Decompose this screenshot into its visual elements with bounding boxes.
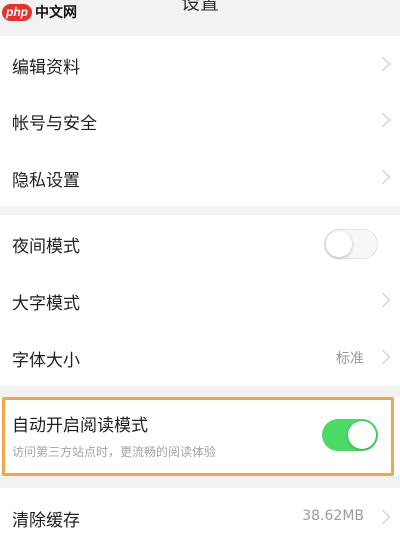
account-settings-group: 编辑资料 帐号与安全 隐私设置 [0, 36, 400, 206]
account-security-row[interactable]: 帐号与安全 [0, 92, 400, 149]
watermark-text: 中文网 [35, 5, 77, 21]
clear-cache-label: 清除缓存 [12, 511, 80, 531]
chevron-right-icon [375, 56, 391, 72]
chevron-right-icon [375, 349, 391, 365]
chevron-right-icon [375, 509, 391, 525]
chevron-right-icon [375, 169, 391, 185]
night-mode-label: 夜间模式 [12, 237, 80, 257]
night-mode-row: 夜间模式 [0, 215, 400, 272]
cache-size-value: 38.62MB [302, 508, 364, 524]
edit-profile-label: 编辑资料 [12, 58, 80, 78]
large-font-row[interactable]: 大字模式 [0, 272, 400, 329]
cache-group: 清除缓存 38.62MB [0, 488, 400, 549]
privacy-settings-row[interactable]: 隐私设置 [0, 149, 400, 206]
highlight-box [2, 397, 394, 476]
edit-profile-row[interactable]: 编辑资料 [0, 36, 400, 92]
watermark-badge: php [2, 3, 32, 21]
night-mode-toggle[interactable] [324, 229, 378, 259]
clear-cache-row[interactable]: 清除缓存 38.62MB [0, 488, 400, 549]
privacy-settings-label: 隐私设置 [12, 171, 80, 191]
toggle-knob [326, 231, 352, 257]
watermark-logo: php 中文网 [2, 2, 77, 22]
font-size-row[interactable]: 字体大小 标准 [0, 329, 400, 386]
account-security-label: 帐号与安全 [12, 114, 97, 134]
font-size-label: 字体大小 [12, 351, 80, 371]
font-size-value: 标准 [336, 351, 364, 367]
large-font-label: 大字模式 [12, 294, 80, 314]
chevron-right-icon [375, 112, 391, 128]
display-settings-group: 夜间模式 大字模式 字体大小 标准 [0, 215, 400, 386]
chevron-right-icon [375, 292, 391, 308]
